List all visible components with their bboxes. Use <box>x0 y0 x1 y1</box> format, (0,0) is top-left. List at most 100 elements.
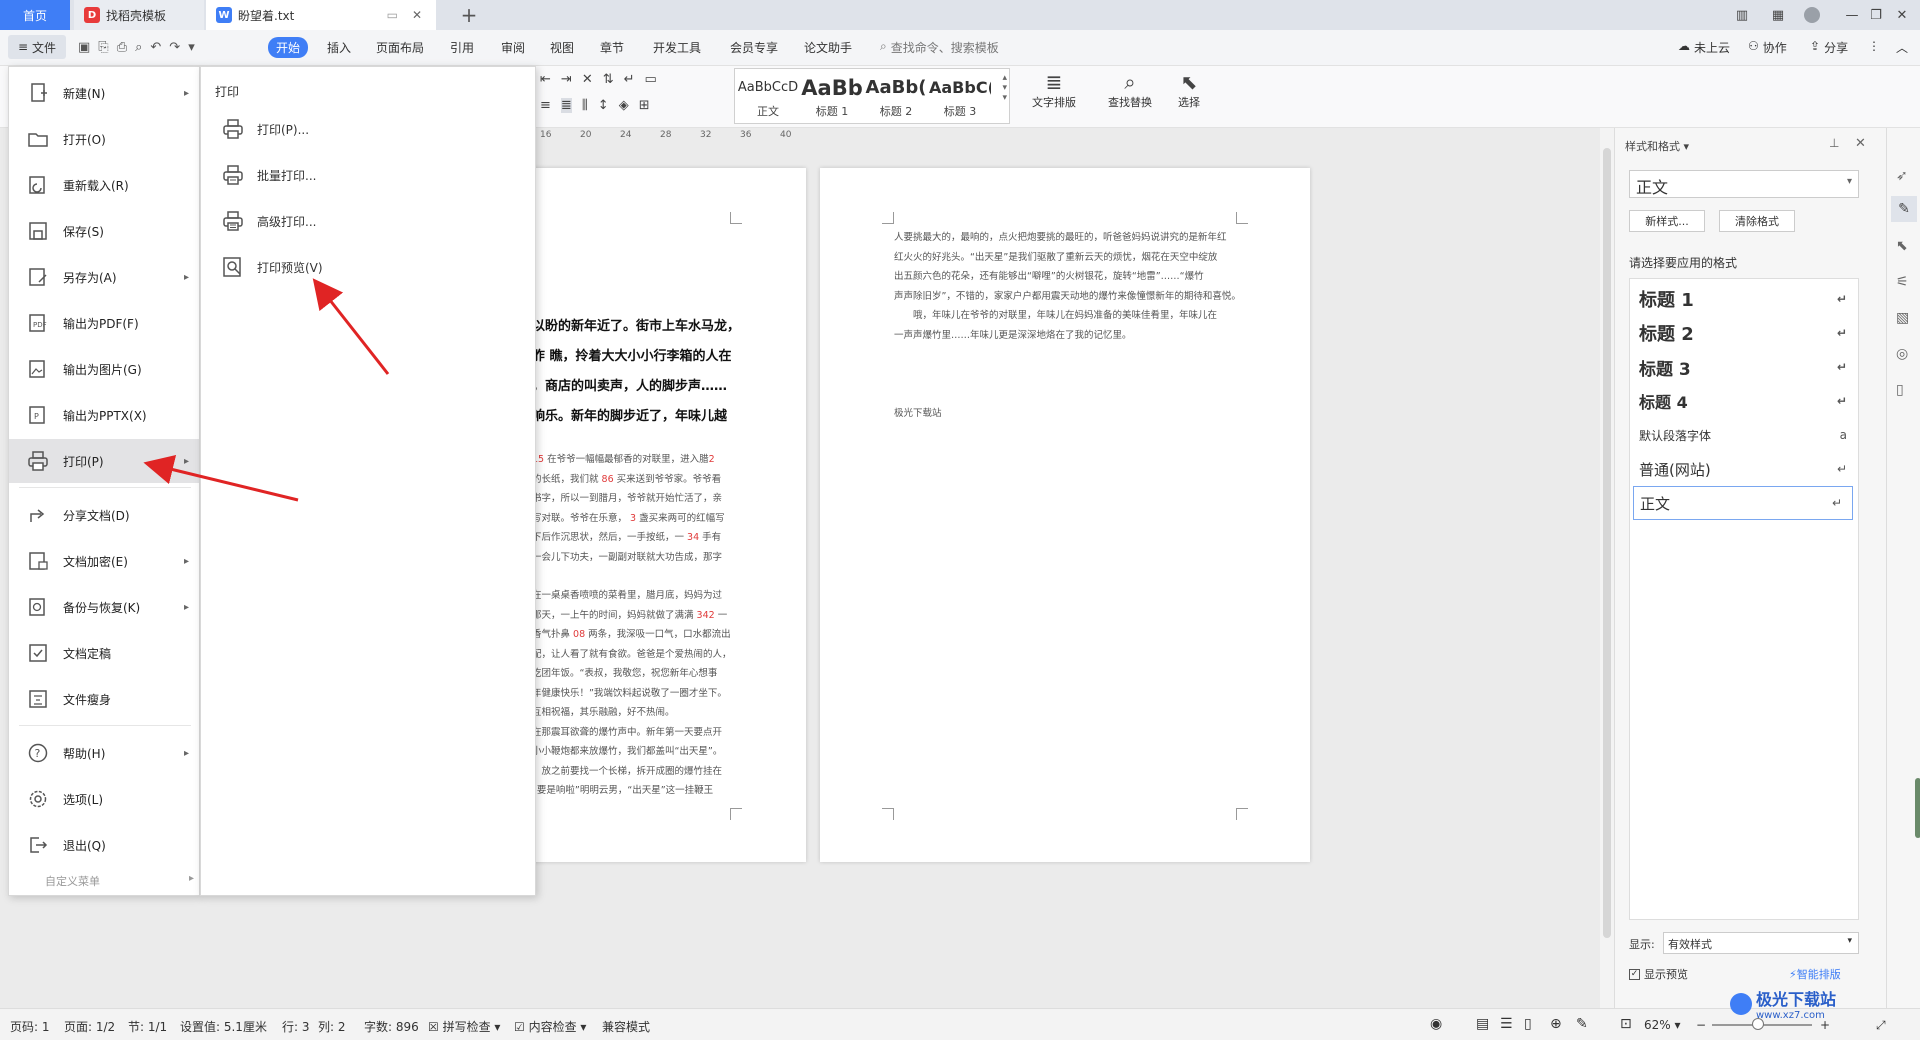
style-gallery-scroll-icon[interactable]: ▴ ▾ ▾ <box>1002 73 1007 103</box>
smart-layout-link[interactable]: ⚡智能排版 <box>1789 966 1841 982</box>
show-filter-select[interactable]: 有效样式 ▾ <box>1663 932 1859 954</box>
menu-save[interactable]: 保存(S) <box>9 209 199 253</box>
style-row-heading1[interactable]: 标题 1 ↵ <box>1633 282 1857 316</box>
tab-document[interactable]: W 盼望着.txt ▭ ✕ <box>206 0 436 30</box>
outline-view-icon[interactable]: ☰ <box>1500 1016 1513 1032</box>
find-replace-button[interactable]: ⌕ 查找替换 <box>1100 70 1160 110</box>
menu-review[interactable]: 审阅 <box>501 39 525 56</box>
document-page-2[interactable]: 人要挑最大的，最响的，点火把炮要挑的最旺的，听爸爸妈妈说讲究的是新年红 红火火的… <box>820 168 1310 862</box>
status-words[interactable]: 字数: 896 <box>364 1018 419 1035</box>
close-panel-icon[interactable]: ✕ <box>1855 136 1866 151</box>
menu-export-pdf[interactable]: PDF 输出为PDF(F) <box>9 301 199 345</box>
image-tool-icon[interactable]: ▧ <box>1896 310 1909 326</box>
menu-thesis[interactable]: 论文助手 <box>804 39 852 56</box>
advanced-print-item[interactable]: 高级打印... <box>221 201 316 241</box>
style-heading2[interactable]: AaBb( 标题 2 <box>865 73 927 125</box>
style-row-heading2[interactable]: 标题 2 ↵ <box>1633 316 1857 350</box>
content-check-toggle[interactable]: ☑ 内容检查 ▾ <box>514 1018 586 1035</box>
menu-references[interactable]: 引用 <box>450 39 474 56</box>
text-direction-icon[interactable]: ↵ <box>624 72 635 87</box>
status-pages[interactable]: 页面: 1/2 <box>64 1018 115 1035</box>
sort-icon[interactable]: ⇅ <box>603 72 614 87</box>
style-heading3[interactable]: AaBbC( 标题 3 <box>929 73 991 125</box>
distribute-icon[interactable]: ⫼ <box>582 98 588 113</box>
select-button[interactable]: ⬉ 选择 <box>1164 70 1214 110</box>
undo-icon[interactable]: ↶ <box>150 40 161 55</box>
page-view-icon[interactable]: ▤ <box>1476 1016 1489 1032</box>
batch-print-item[interactable]: 批量打印... <box>221 155 316 195</box>
menu-help[interactable]: ? 帮助(H) ▸ <box>9 731 199 775</box>
web-view-icon[interactable]: ⊕ <box>1550 1016 1562 1032</box>
preview-icon[interactable]: ⌕ <box>135 40 142 55</box>
chinese-layout-icon[interactable]: ✕ <box>582 72 593 87</box>
menu-exit[interactable]: 退出(Q) <box>9 823 199 867</box>
indent-increase-icon[interactable]: ⇥ <box>561 72 572 87</box>
new-tab-button[interactable]: + <box>454 0 484 30</box>
menu-encrypt[interactable]: 文档加密(E) ▸ <box>9 539 199 583</box>
command-search[interactable]: ⌕ 查找命令、搜索模板 <box>880 39 999 56</box>
status-section[interactable]: 节: 1/1 <box>128 1018 167 1035</box>
print-item[interactable]: 打印(P)... <box>221 109 309 149</box>
menu-open[interactable]: 打开(O) <box>9 117 199 161</box>
vertical-scrollbar[interactable] <box>1600 128 1614 1008</box>
write-view-icon[interactable]: ✎ <box>1576 1016 1588 1032</box>
cloud-status[interactable]: ☁ 未上云 <box>1678 39 1730 56</box>
minimize-icon[interactable]: — <box>1840 6 1864 24</box>
status-page[interactable]: 页码: 1 <box>10 1018 50 1035</box>
style-normal[interactable]: AaBbCcD 正文 <box>737 73 799 125</box>
read-view-icon[interactable]: ▯ <box>1524 1016 1532 1032</box>
side-handle[interactable] <box>1915 778 1920 838</box>
save-icon[interactable]: ▣ <box>78 40 90 55</box>
styles-panel-title[interactable]: 样式和格式 ▾ <box>1625 138 1689 154</box>
text-layout-button[interactable]: ≣ 文字排版 <box>1024 70 1084 110</box>
rocket-icon[interactable]: ➶ <box>1896 168 1908 184</box>
status-setting[interactable]: 设置值: 5.1厘米 <box>180 1018 267 1035</box>
select-pointer-icon[interactable]: ⬉ <box>1896 238 1908 254</box>
show-preview-checkbox[interactable]: ✓ 显示预览 <box>1629 966 1688 982</box>
style-row-heading4[interactable]: 标题 4 ↵ <box>1633 384 1857 418</box>
collapse-ribbon-icon[interactable]: ︿ <box>1896 39 1908 56</box>
menu-view[interactable]: 视图 <box>550 39 574 56</box>
print-preview-item[interactable]: 打印预览(V) <box>221 247 323 287</box>
menu-developer[interactable]: 开发工具 <box>653 39 701 56</box>
line-spacing-icon[interactable]: ↕ <box>598 98 609 113</box>
pin-icon[interactable]: ⊥ <box>1829 136 1839 150</box>
export-icon[interactable]: ⎘ <box>98 40 108 55</box>
spell-check-toggle[interactable]: ☒ 拼写检查 ▾ <box>428 1018 500 1035</box>
align-justify-icon[interactable]: ≣ <box>560 98 572 113</box>
menu-page-layout[interactable]: 页面布局 <box>376 39 424 56</box>
menu-reload[interactable]: 重新载入(R) <box>9 163 199 207</box>
zoom-out-icon[interactable]: − <box>1696 1018 1706 1032</box>
ruler-toggle-icon[interactable]: ▭ <box>645 72 657 87</box>
borders-icon[interactable]: ⊞ <box>639 98 650 113</box>
zoom-level[interactable]: 62% ▾ <box>1644 1018 1681 1032</box>
menu-new[interactable]: 新建(N) ▸ <box>9 71 199 115</box>
avatar[interactable] <box>1800 6 1824 24</box>
menu-save-as[interactable]: 另存为(A) ▸ <box>9 255 199 299</box>
redo-icon[interactable]: ↷ <box>169 40 180 55</box>
current-style-select[interactable]: 正文 ▾ <box>1629 170 1859 198</box>
menu-insert[interactable]: 插入 <box>327 39 351 56</box>
new-style-button[interactable]: 新样式... <box>1629 210 1705 232</box>
menu-chapter[interactable]: 章节 <box>600 39 624 56</box>
close-window-icon[interactable]: ✕ <box>1890 6 1914 24</box>
fullscreen-icon[interactable]: ⤢ <box>1876 1018 1886 1033</box>
style-row-normal[interactable]: 正文 ↵ <box>1633 486 1853 520</box>
scrollbar-thumb[interactable] <box>1603 148 1611 938</box>
menu-finalize[interactable]: 文档定稿 <box>9 631 199 675</box>
menu-export-image[interactable]: 输出为图片(G) <box>9 347 199 391</box>
tab-template[interactable]: D 找稻壳模板 <box>74 0 204 30</box>
menu-slim[interactable]: 文件瘦身 <box>9 677 199 721</box>
layout-icon[interactable]: ▥ <box>1730 6 1754 24</box>
style-row-normal-web[interactable]: 普通(网站) ↵ <box>1633 452 1857 486</box>
apps-grid-icon[interactable]: ▦ <box>1766 6 1790 24</box>
clear-format-button[interactable]: 清除格式 <box>1719 210 1795 232</box>
menu-member[interactable]: 会员专享 <box>730 39 778 56</box>
book-icon[interactable]: ▯ <box>1896 382 1904 398</box>
custom-menu[interactable]: 自定义菜单 <box>45 873 100 889</box>
collab-button[interactable]: ⚇ 协作 <box>1748 39 1787 56</box>
fit-page-icon[interactable]: ⊡ <box>1620 1016 1632 1032</box>
pen-style-icon[interactable]: ✎ <box>1891 196 1917 222</box>
menu-options[interactable]: 选项(L) <box>9 777 199 821</box>
shading-icon[interactable]: ◈ <box>619 98 629 113</box>
